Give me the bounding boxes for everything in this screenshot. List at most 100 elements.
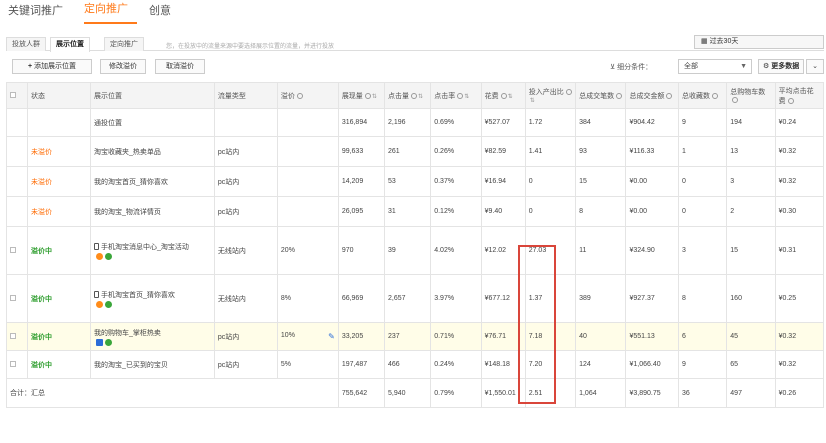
position-cell: 我的淘宝_已买到的宝贝 <box>90 350 215 379</box>
premium-cell <box>276 108 339 137</box>
row-select-cell <box>6 108 28 137</box>
impressions-cell: 66,969 <box>337 274 386 323</box>
top-nav: 关键词推广 定向推广 创意 <box>0 0 826 24</box>
favorites-cell: 3 <box>677 226 728 275</box>
subtab-targeting[interactable]: 定向推广 <box>104 37 144 51</box>
status-badge: 溢价中 <box>31 361 52 369</box>
sort-icon[interactable]: ⇅ <box>508 94 513 100</box>
impressions-cell: 316,894 <box>337 108 386 137</box>
help-icon[interactable] <box>711 92 718 99</box>
ctr-cell: 0.12% <box>430 196 482 227</box>
cart-cell: 160 <box>726 274 776 323</box>
cost-cell: ¥16.94 <box>480 166 526 197</box>
header-amount[interactable]: 总成交金额 <box>625 82 679 109</box>
table-row: 溢价中 手机淘宝首页_猜你喜欢 无线站内 8% 66,969 2,657 3.97% ¥677… <box>6 274 825 323</box>
sort-icon[interactable]: ⇅ <box>530 98 535 104</box>
hint-text: 您，在投放中的流量来源中要选择展示位置的流量，并进行投放 <box>166 44 335 50</box>
sort-icon[interactable]: ⇅ <box>418 94 423 100</box>
header-cost[interactable]: 花费 ⇅ <box>480 82 526 109</box>
status-badge: 未溢价 <box>31 208 52 216</box>
edit-icon[interactable]: ✎ <box>328 332 335 341</box>
gear-icon: ⚙ <box>763 63 772 70</box>
tab-keyword-promo[interactable]: 关键词推广 <box>8 2 72 24</box>
table-row: 未溢价 我的淘宝_物流详情页 pc站内 26,095 31 0.12% ¥9.40 0 8 ¥0.… <box>6 196 825 227</box>
status-badge: 溢价中 <box>31 333 52 341</box>
help-icon[interactable] <box>296 92 303 99</box>
premium-cell: 5% <box>276 350 339 379</box>
help-icon[interactable] <box>732 97 739 104</box>
header-roi[interactable]: 投入产出比⇅ <box>524 82 577 109</box>
position-name: 我的购物车_掌柜热卖 <box>94 329 161 337</box>
tab-creative[interactable]: 创意 <box>149 2 180 24</box>
header-impressions[interactable]: 展现量 ⇅ <box>337 82 386 109</box>
impressions-cell: 197,487 <box>337 350 386 379</box>
header-orders[interactable]: 总成交笔数 <box>575 82 627 109</box>
position-name: 我的淘宝_物流详情页 <box>94 208 161 216</box>
total-ctr: 0.79% <box>430 378 482 408</box>
premium-cell: 20% <box>276 226 339 275</box>
filter-select[interactable]: 全部 ▼ <box>678 59 752 74</box>
status-badge: 未溢价 <box>31 148 52 156</box>
traffic-type-cell <box>213 108 278 137</box>
help-icon[interactable] <box>457 92 464 99</box>
clicks-cell: 31 <box>384 196 432 227</box>
header-favorites[interactable]: 总收藏数 <box>677 82 728 109</box>
placement-table: 状态 展示位置 流量类型 溢价 展现量 ⇅ 点击量 ⇅ 点击率 ⇅ 花费 ⇅ 投入产出比… <box>6 82 825 408</box>
subtab-audience[interactable]: 投放人群 <box>6 37 46 51</box>
amount-cell: ¥116.33 <box>625 136 679 167</box>
expand-icon[interactable]: ⌄ <box>806 59 824 74</box>
orders-cell: 40 <box>575 322 627 351</box>
roi-cell: 1.37 <box>524 274 577 323</box>
edit-bid-button[interactable]: 修改溢价 <box>100 59 146 74</box>
cost-cell: ¥82.59 <box>480 136 526 167</box>
position-name: 我的淘宝首页_猜你喜欢 <box>94 178 168 186</box>
filter-label: ⊻ 细分条件： <box>610 64 653 71</box>
status-badge: 未溢价 <box>31 178 52 186</box>
pc-icon <box>96 338 103 346</box>
sort-icon[interactable]: ⇅ <box>372 94 377 100</box>
add-placement-button[interactable]: + 添加展示位置 <box>12 59 92 74</box>
favorites-cell: 0 <box>677 166 728 197</box>
help-icon[interactable] <box>364 92 371 99</box>
tab-targeted-promo[interactable]: 定向推广 <box>84 0 137 24</box>
more-data-button[interactable]: ⚙ 更多数据 <box>758 59 804 74</box>
impressions-cell: 26,095 <box>337 196 386 227</box>
position-cell: 手机淘宝消息中心_淘宝活动 <box>90 226 215 275</box>
help-icon[interactable] <box>500 92 507 99</box>
amount-cell: ¥1,066.40 <box>625 350 679 379</box>
date-range-button[interactable]: ▦ 过去30天 <box>694 35 824 49</box>
ctr-cell: 0.26% <box>430 136 482 167</box>
cost-cell: ¥12.02 <box>480 226 526 275</box>
status-cell: 溢价中 <box>27 322 91 351</box>
subtab-placement[interactable]: 展示位置 <box>50 37 90 52</box>
total-row: 合计：汇总 755,642 5,940 0.79% ¥1,550.01 2.51… <box>6 378 825 408</box>
header-select-all[interactable] <box>6 82 28 109</box>
help-icon[interactable] <box>565 89 572 96</box>
help-icon[interactable] <box>787 97 794 104</box>
help-icon[interactable] <box>616 92 623 99</box>
roi-cell: 0 <box>524 166 577 197</box>
checkbox[interactable] <box>10 91 16 98</box>
amount-cell: ¥324.90 <box>625 226 679 275</box>
cancel-bid-button[interactable]: 取消溢价 <box>155 59 205 74</box>
checkbox[interactable] <box>10 246 16 253</box>
help-icon[interactable] <box>411 92 418 99</box>
traffic-type-cell: pc站内 <box>213 136 278 167</box>
roi-cell: 0 <box>524 196 577 227</box>
header-clicks[interactable]: 点击量 ⇅ <box>384 82 432 109</box>
checkbox[interactable] <box>10 360 16 367</box>
status-badge: 溢价中 <box>31 295 52 303</box>
toolbar: + 添加展示位置 修改溢价 取消溢价 ⊻ 细分条件： 全部 ▼ ⚙ 更多数据 ⌄ <box>6 59 824 77</box>
cpc-cell: ¥0.31 <box>774 226 825 275</box>
header-cart[interactable]: 总购物车数 <box>726 82 776 109</box>
impressions-cell: 14,209 <box>337 166 386 197</box>
checkbox[interactable] <box>10 294 16 301</box>
sort-icon[interactable]: ⇅ <box>464 94 469 100</box>
header-traffic: 流量类型 <box>213 82 278 109</box>
clicks-cell: 39 <box>384 226 432 275</box>
header-cpc[interactable]: 平均点击花费 <box>774 82 825 109</box>
header-ctr[interactable]: 点击率 ⇅ <box>430 82 482 109</box>
checkbox[interactable] <box>10 332 16 339</box>
date-range-label: 过去30天 <box>709 38 739 45</box>
help-icon[interactable] <box>666 92 673 99</box>
